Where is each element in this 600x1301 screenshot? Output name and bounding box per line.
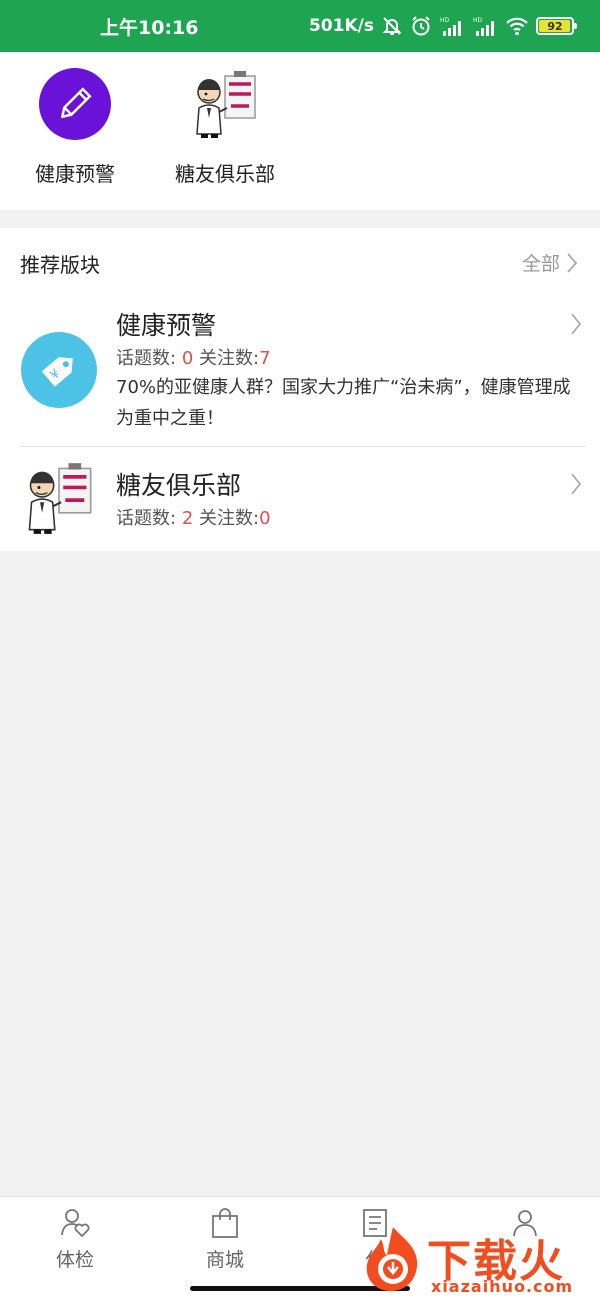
follows-count: 7: [259, 348, 271, 369]
tab-label: 商城: [205, 1249, 244, 1271]
signal-hd-1-icon: HD: [440, 17, 461, 36]
network-speed: 501K/s: [309, 16, 374, 36]
chevron-right-icon: [567, 252, 578, 273]
shopping-bag-icon: [212, 1208, 238, 1238]
alarm-icon: [412, 16, 430, 36]
tab-mall[interactable]: 商城: [150, 1197, 300, 1287]
follows-label: 关注数:: [199, 348, 260, 369]
svg-text:HD: HD: [473, 17, 483, 24]
board-item-diabetes-club[interactable]: 糖友俱乐部 话题数: 2 关注数:0: [0, 446, 600, 551]
follows-count: 0: [259, 508, 271, 529]
shortcut-diabetes-club[interactable]: 糖友俱乐部: [150, 68, 300, 187]
board-stats: 话题数: 0 关注数:7: [116, 344, 271, 370]
section-title: 推荐版块: [20, 253, 100, 277]
topics-label: 话题数:: [116, 348, 177, 369]
watermark-url: xiazaihuo.com: [431, 1277, 574, 1296]
status-time: 上午10:16: [100, 17, 199, 39]
doctor-sign-icon: [28, 463, 92, 534]
board-item-health-warning[interactable]: ¥ 健康预警 话题数: 0 关注数:7 70%的亚健康人群？国家大力推广“治未病…: [0, 296, 600, 446]
chevron-right-icon: [571, 313, 582, 335]
signal-hd-2-icon: HD: [473, 17, 494, 36]
doctor-sign-icon: [196, 71, 256, 138]
shortcut-grid: 健康预警 糖友俱乐部: [0, 52, 600, 210]
shortcut-label: 健康预警: [35, 162, 115, 186]
topics-count: 0: [181, 348, 194, 369]
topics-label: 话题数:: [116, 508, 177, 529]
status-icons: 501K/s HD HD 92: [309, 11, 577, 41]
board-name: 糖友俱乐部: [116, 471, 242, 500]
topics-count: 2: [181, 508, 194, 529]
person-heart-icon: [61, 1209, 90, 1237]
view-all-label: 全部: [521, 253, 560, 275]
board-name: 健康预警: [116, 311, 217, 340]
svg-text:HD: HD: [440, 17, 450, 24]
wifi-icon: [506, 17, 528, 36]
chevron-right-icon: [571, 473, 582, 495]
watermark: 下载火 xiazaihuo.com: [357, 1221, 600, 1301]
battery-icon: 92: [536, 17, 577, 35]
pencil-icon: [39, 68, 111, 140]
mute-bell-icon: [382, 17, 402, 35]
follows-label: 关注数:: [199, 508, 260, 529]
tab-checkup[interactable]: 体检: [0, 1197, 150, 1287]
shortcut-health-warning[interactable]: 健康预警: [0, 68, 150, 187]
price-tag-icon: ¥: [21, 332, 97, 408]
board-stats: 话题数: 2 关注数:0: [116, 504, 271, 530]
view-all-link[interactable]: 全部: [522, 249, 578, 276]
section-header: 推荐版块 全部: [0, 228, 600, 296]
shortcut-label: 糖友俱乐部: [175, 162, 275, 186]
battery-level: 92: [547, 19, 563, 33]
status-bar: 上午10:16 501K/s HD HD 92: [0, 0, 600, 52]
tab-label: 体检: [55, 1249, 94, 1271]
board-description: 70%的亚健康人群？国家大力推广“治未病”，健康管理成为重中之重！: [116, 377, 571, 429]
recommended-boards: 推荐版块 全部 ¥ 健康预警 话题数: 0 关注数:7 70%的亚健康人群？国家…: [0, 228, 600, 551]
flame-logo-icon: [366, 1227, 418, 1291]
